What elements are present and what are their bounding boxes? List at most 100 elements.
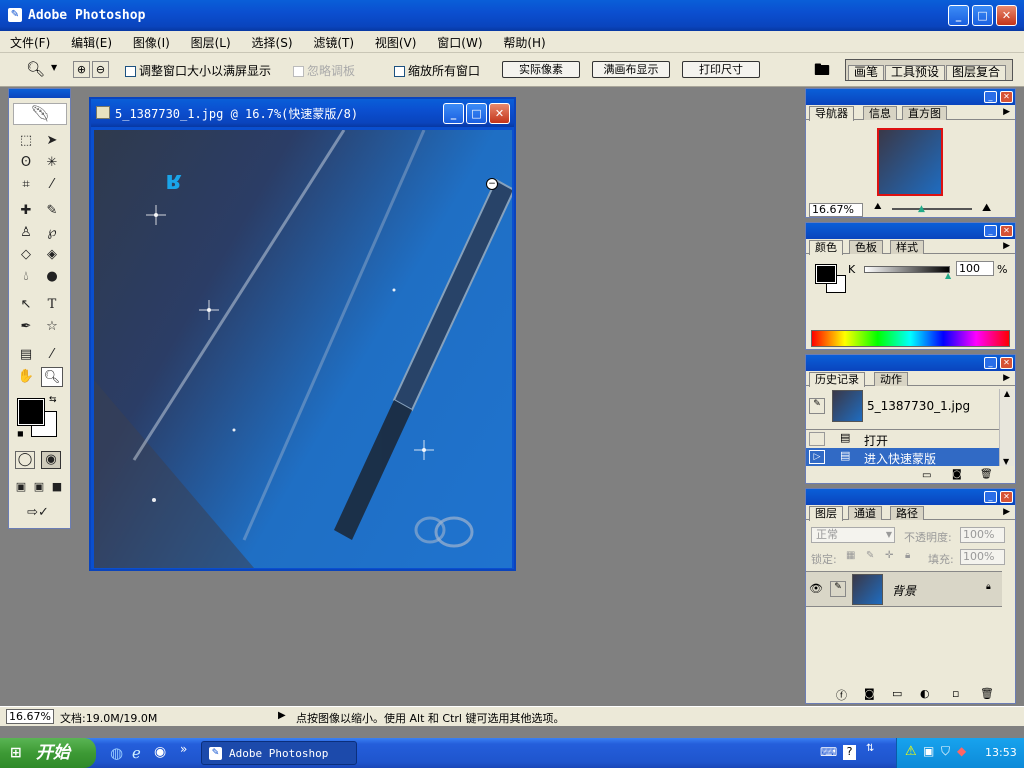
layers-scroll-track[interactable] xyxy=(1002,571,1014,683)
panel-minimize-icon[interactable]: _ xyxy=(984,225,997,237)
adjustment-layer-icon[interactable]: ◐ xyxy=(920,687,930,700)
shape-tool-icon[interactable]: ☆ xyxy=(41,317,63,337)
taskbar-task-photoshop[interactable]: ✎ Adobe Photoshop xyxy=(201,741,357,765)
history-panel-header[interactable]: _ ✕ xyxy=(806,355,1015,371)
history-scrollbar[interactable]: ▲ ▼ xyxy=(999,389,1014,466)
file-browser-icon[interactable]: 🖿 xyxy=(814,59,830,86)
slice-tool-icon[interactable]: ⁄ xyxy=(41,175,63,195)
layer-style-icon[interactable]: ⓕ xyxy=(836,687,847,703)
panel-close-icon[interactable]: ✕ xyxy=(1000,491,1013,503)
network-icon[interactable]: ▣ xyxy=(923,744,934,758)
chevron-down-icon[interactable]: ▼ xyxy=(51,63,57,72)
quicklaunch-chevron-icon[interactable]: » xyxy=(180,742,187,756)
resize-windows-option[interactable]: 调整窗口大小以满屏显示 xyxy=(125,62,271,79)
navigator-zoom-field[interactable]: 16.67% xyxy=(809,203,863,217)
scroll-down-icon[interactable]: ▼ xyxy=(1003,457,1009,466)
color-slider-thumb-icon[interactable]: ▲ xyxy=(945,271,951,280)
panel-menu-arrow-icon[interactable]: ▶ xyxy=(1003,241,1010,251)
menu-image[interactable]: 图像(I) xyxy=(123,31,177,51)
panel-close-icon[interactable]: ✕ xyxy=(1000,91,1013,103)
zoom-all-option[interactable]: 缩放所有窗口 xyxy=(394,62,480,79)
layer-brush-icon[interactable]: ✎ xyxy=(830,581,846,597)
layer-row-background[interactable]: 👁︎ ✎ 背景 🔒︎ xyxy=(806,571,1002,607)
history-state-box[interactable] xyxy=(809,432,825,446)
well-tab-layer-comps[interactable]: 图层复合 xyxy=(946,65,1007,80)
menu-filter[interactable]: 滤镜(T) xyxy=(303,31,361,51)
zoom-out-icon[interactable]: ⊖ xyxy=(92,61,109,78)
history-brush-source-icon[interactable]: ✎ xyxy=(809,398,825,414)
color-k-slider[interactable] xyxy=(864,266,950,273)
screen-mode-full-icon[interactable]: ■ xyxy=(49,477,65,497)
color-foreground-swatch[interactable] xyxy=(815,264,837,284)
actual-pixels-button[interactable]: 实际像素 xyxy=(502,61,580,78)
zoom-in-icon[interactable]: ⊕ xyxy=(73,61,90,78)
status-menu-arrow-icon[interactable]: ▶ xyxy=(278,710,286,721)
menu-file[interactable]: 文件(F) xyxy=(0,31,57,51)
panel-menu-arrow-icon[interactable]: ▶ xyxy=(1003,107,1010,117)
menu-window[interactable]: 窗口(W) xyxy=(427,31,489,51)
fit-screen-button[interactable]: 满画布显示 xyxy=(592,61,670,78)
layers-panel-header[interactable]: _ ✕ xyxy=(806,489,1015,505)
toolbox-title-bar[interactable] xyxy=(9,89,70,98)
menu-edit[interactable]: 编辑(E) xyxy=(61,31,119,51)
screen-mode-standard-icon[interactable]: ▣ xyxy=(13,477,29,497)
navigator-zoom-slider[interactable] xyxy=(892,208,972,210)
ie2-quicklaunch-icon[interactable]: ℯ xyxy=(132,744,141,762)
color-spectrum-bar[interactable] xyxy=(811,330,1010,347)
well-tab-brushes[interactable]: 画笔 xyxy=(848,65,885,80)
help-icon[interactable]: ? xyxy=(843,745,856,760)
layer-visibility-eye-icon[interactable]: 👁︎ xyxy=(809,582,823,595)
security-icon[interactable]: ◆ xyxy=(957,744,966,758)
zoom-all-checkbox[interactable] xyxy=(394,66,405,77)
quick-mask-mode-icon[interactable]: ◉ xyxy=(41,451,61,469)
shield-icon[interactable]: ⛉ xyxy=(941,744,950,759)
type-tool-icon[interactable]: T xyxy=(41,295,63,315)
swap-colors-icon[interactable]: ⇆ xyxy=(49,395,57,405)
layer-mask-icon[interactable]: ◙ xyxy=(864,687,875,700)
well-tab-tool-presets[interactable]: 工具预设 xyxy=(885,65,946,80)
keyboard-icon[interactable]: ⌨ xyxy=(820,745,837,759)
print-size-button[interactable]: 打印尺寸 xyxy=(682,61,760,78)
media-quicklaunch-icon[interactable]: ◉ xyxy=(154,744,166,760)
delete-state-icon[interactable]: 🗑︎ xyxy=(980,469,993,480)
maximize-button[interactable]: □ xyxy=(972,5,993,26)
tab-history[interactable]: 历史记录 xyxy=(809,372,865,387)
pen-tool-icon[interactable]: ✒ xyxy=(15,317,37,337)
ie-quicklaunch-icon[interactable]: ◍ xyxy=(110,744,123,762)
navigator-zoom-out-icon[interactable]: ⛰ xyxy=(874,202,882,212)
tab-channels[interactable]: 通道 xyxy=(848,506,882,520)
ignore-palettes-checkbox[interactable] xyxy=(293,66,304,77)
status-zoom-field[interactable]: 16.67% xyxy=(6,709,54,724)
paint-bucket-tool-icon[interactable]: ◈ xyxy=(41,245,63,265)
menu-select[interactable]: 选择(S) xyxy=(242,31,300,51)
tab-navigator[interactable]: 导航器 xyxy=(809,106,854,121)
color-panel-header[interactable]: _ ✕ xyxy=(806,223,1015,239)
menu-view[interactable]: 视图(V) xyxy=(365,31,424,51)
document-minimize-button[interactable]: _ xyxy=(443,103,464,124)
screen-mode-menubar-icon[interactable]: ▣ xyxy=(31,477,47,497)
hand-tool-icon[interactable]: ✋ xyxy=(15,367,37,387)
minimize-button[interactable]: _ xyxy=(948,5,969,26)
tab-styles[interactable]: 样式 xyxy=(890,240,924,254)
crop-tool-icon[interactable]: ⌗ xyxy=(15,175,37,195)
document-title-bar[interactable]: 5_1387730_1.jpg @ 16.7%(快速蒙版/8) _ □ ✕ xyxy=(91,99,514,127)
foreground-color-swatch-top[interactable] xyxy=(17,398,45,426)
navigator-panel-header[interactable]: _ ✕ xyxy=(806,89,1015,105)
zoom-tool-icon[interactable]: 🔍︎ xyxy=(26,60,45,78)
document-close-button[interactable]: ✕ xyxy=(489,103,510,124)
dodge-tool-icon[interactable]: ● xyxy=(41,267,63,287)
new-layer-icon[interactable]: ▫ xyxy=(952,687,959,700)
tab-paths[interactable]: 路径 xyxy=(890,506,924,520)
default-colors-icon[interactable]: ◼ xyxy=(17,429,24,438)
color-k-value-field[interactable]: 100 xyxy=(956,261,994,276)
tab-actions[interactable]: 动作 xyxy=(874,372,908,386)
close-button[interactable]: ✕ xyxy=(996,5,1017,26)
panel-minimize-icon[interactable]: _ xyxy=(984,91,997,103)
document-canvas[interactable]: ʁ − xyxy=(94,130,512,568)
lock-image-icon[interactable]: ✎ xyxy=(866,550,874,561)
magic-wand-tool-icon[interactable]: ✳ xyxy=(41,153,63,173)
standard-mode-icon[interactable]: ◯ xyxy=(15,451,35,469)
panel-close-icon[interactable]: ✕ xyxy=(1000,225,1013,237)
tab-layers[interactable]: 图层 xyxy=(809,506,843,521)
tab-info[interactable]: 信息 xyxy=(863,106,897,120)
